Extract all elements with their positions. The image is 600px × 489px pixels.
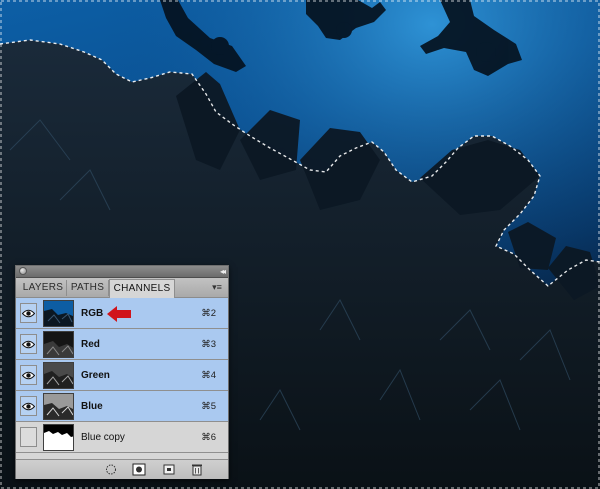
panel-tabs: LAYERS PATHS CHANNELS ▾≡ [16, 278, 228, 298]
visibility-toggle[interactable] [20, 396, 37, 416]
channel-thumbnail [43, 393, 74, 420]
panel-titlebar[interactable]: ◂◂ [16, 266, 228, 278]
channel-thumbnail [43, 362, 74, 389]
channel-thumbnail [43, 331, 74, 358]
visibility-toggle[interactable] [20, 303, 37, 323]
eye-icon [22, 340, 35, 349]
channel-list: RGB ⌘2 Red ⌘3 Green ⌘4 Blue ⌘5 Blue copy… [16, 298, 228, 453]
channel-thumbnail [43, 424, 74, 451]
channel-name: Red [81, 339, 100, 350]
new-channel-icon[interactable] [162, 463, 176, 476]
visibility-toggle[interactable] [20, 427, 37, 447]
channel-name: Green [81, 370, 110, 381]
load-selection-icon[interactable] [104, 463, 118, 476]
save-selection-icon[interactable] [132, 463, 146, 476]
visibility-toggle[interactable] [20, 365, 37, 385]
channel-shortcut: ⌘3 [201, 339, 216, 350]
panel-bottom-bar [16, 459, 228, 479]
channel-thumbnail [43, 300, 74, 327]
close-icon[interactable] [19, 267, 27, 275]
eye-icon [22, 402, 35, 411]
channel-shortcut: ⌘4 [201, 370, 216, 381]
channel-name: Blue copy [81, 432, 125, 443]
panel-menu-icon[interactable]: ▾≡ [210, 281, 224, 293]
tab-channels[interactable]: CHANNELS [109, 279, 175, 298]
collapse-icon[interactable]: ◂◂ [220, 266, 226, 277]
channel-row-blue[interactable]: Blue ⌘5 [16, 391, 228, 422]
channel-shortcut: ⌘5 [201, 401, 216, 412]
eye-icon [22, 371, 35, 380]
channel-shortcut: ⌘6 [201, 432, 216, 443]
tab-layers[interactable]: LAYERS [20, 280, 67, 296]
tab-paths[interactable]: PATHS [67, 280, 109, 296]
channel-row-blue-copy[interactable]: Blue copy ⌘6 [16, 422, 228, 453]
channels-panel: ◂◂ LAYERS PATHS CHANNELS ▾≡ RGB ⌘2 Red ⌘… [15, 265, 229, 479]
channel-row-rgb[interactable]: RGB ⌘2 [16, 298, 228, 329]
trash-icon[interactable] [190, 463, 204, 476]
channel-name: Blue [81, 401, 103, 412]
channel-name: RGB [81, 308, 104, 319]
eye-icon [22, 309, 35, 318]
channel-row-green[interactable]: Green ⌘4 [16, 360, 228, 391]
channel-row-red[interactable]: Red ⌘3 [16, 329, 228, 360]
channel-shortcut: ⌘2 [201, 308, 216, 319]
annotation-arrow-icon [107, 306, 131, 322]
visibility-toggle[interactable] [20, 334, 37, 354]
